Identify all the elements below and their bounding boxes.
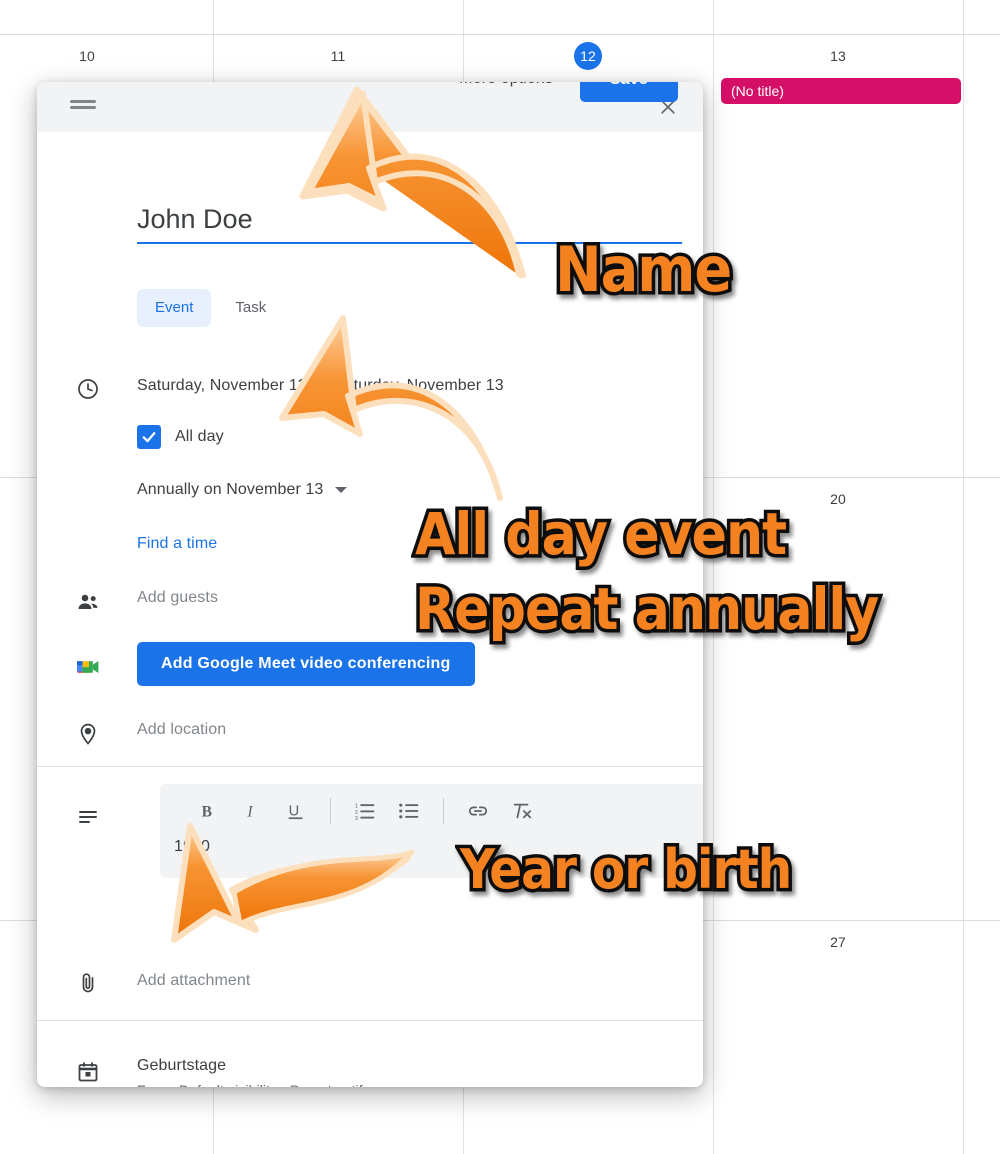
clock-icon	[75, 376, 101, 402]
add-guests-input[interactable]: Add guests	[137, 589, 218, 607]
day-cell-11[interactable]: 11	[213, 36, 463, 68]
screenshot-root: 10 11 12 13 (No title) 20 27 John Doe Ev…	[0, 0, 1000, 1154]
all-day-label: All day	[175, 428, 224, 445]
add-meet-button-wrap: Add Google Meet video conferencing	[137, 642, 475, 686]
title-underline	[137, 242, 682, 244]
description-text[interactable]: 1990	[160, 838, 703, 878]
day-cell-20[interactable]: 20	[713, 479, 963, 511]
date-separator: –	[315, 377, 325, 394]
tab-event[interactable]: Event	[137, 289, 212, 327]
add-location-input[interactable]: Add location	[137, 721, 226, 739]
paperclip-icon	[75, 970, 101, 996]
svg-text:B: B	[202, 804, 212, 821]
grid-vline	[963, 0, 964, 1154]
description-icon	[75, 804, 101, 830]
day-cell-27[interactable]: 27	[713, 922, 963, 954]
calendar-details: Free · Default visibility · Do not notif…	[137, 1077, 370, 1087]
remove-formatting-button[interactable]	[500, 789, 544, 833]
all-day-checkbox[interactable]	[137, 425, 161, 449]
dialog-tabs: Event Task	[137, 289, 284, 327]
underline-button[interactable]: U	[274, 789, 318, 833]
italic-button[interactable]: I	[230, 789, 274, 833]
day-cell-13[interactable]: 13 (No title)	[713, 36, 963, 104]
svg-text:U: U	[289, 804, 300, 820]
day-number: 11	[330, 48, 346, 64]
today-highlight: 12	[574, 42, 602, 70]
section-divider	[37, 1020, 703, 1021]
more-options-button[interactable]: More options	[459, 82, 553, 88]
day-cell-10[interactable]: 10	[0, 36, 212, 68]
day-number: 27	[830, 934, 846, 950]
bulleted-list-button[interactable]	[387, 789, 431, 833]
svg-text:2: 2	[355, 810, 358, 816]
day-number: 13	[830, 48, 846, 64]
calendar-event-chip[interactable]: (No title)	[721, 78, 961, 104]
grid-hline	[0, 34, 1000, 35]
day-number: 10	[79, 48, 95, 64]
recurrence-dropdown[interactable]: Annually on November 13	[137, 481, 348, 499]
tab-task[interactable]: Task	[217, 289, 284, 327]
description-editor[interactable]: B I U 123 1990	[160, 784, 703, 878]
recurrence-label: Annually on November 13	[137, 481, 324, 498]
save-button[interactable]: Save	[579, 82, 678, 102]
section-divider	[37, 766, 703, 767]
end-date[interactable]: Saturday, November 13	[334, 377, 504, 394]
event-edit-dialog: John Doe Event Task Saturday, November 1…	[37, 82, 703, 1087]
dialog-footer: More options Save	[37, 82, 703, 132]
toolbar-divider	[443, 798, 444, 824]
chevron-down-icon[interactable]	[335, 487, 348, 493]
start-date[interactable]: Saturday, November 13	[137, 377, 307, 394]
insert-link-button[interactable]	[456, 789, 500, 833]
grid-vline	[713, 0, 714, 1154]
location-pin-icon	[75, 721, 101, 747]
calendar-settings[interactable]: Geburtstage Free · Default visibility · …	[137, 1055, 370, 1087]
numbered-list-button[interactable]: 123	[343, 789, 387, 833]
toolbar-divider	[330, 798, 331, 824]
svg-text:1: 1	[355, 803, 358, 809]
day-number: 20	[830, 491, 846, 507]
event-title-field[interactable]: John Doe	[137, 202, 682, 244]
add-attachment-input[interactable]: Add attachment	[137, 972, 250, 990]
all-day-control[interactable]: All day	[137, 425, 224, 449]
day-cell-12-today[interactable]: 12	[463, 36, 713, 70]
description-toolbar: B I U 123	[160, 784, 703, 838]
event-title-text: John Doe	[137, 204, 253, 234]
google-meet-icon	[75, 654, 101, 680]
day-number-wrap: 12	[463, 36, 713, 70]
add-google-meet-button[interactable]: Add Google Meet video conferencing	[137, 642, 475, 686]
find-a-time-link[interactable]: Find a time	[137, 535, 217, 553]
svg-text:I: I	[246, 804, 253, 821]
date-range[interactable]: Saturday, November 13– Saturday, November…	[137, 374, 504, 398]
bold-button[interactable]: B	[186, 789, 230, 833]
svg-text:3: 3	[355, 816, 358, 822]
people-icon	[75, 589, 101, 615]
calendar-name: Geburtstage	[137, 1057, 227, 1074]
calendar-icon	[75, 1059, 101, 1085]
